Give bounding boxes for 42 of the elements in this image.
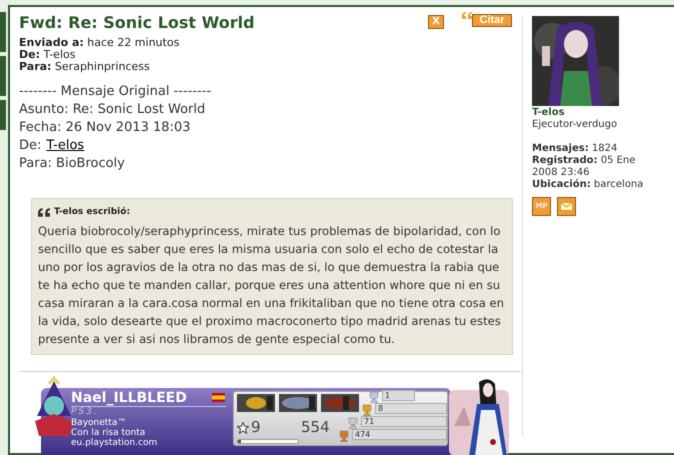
level-number: 9: [251, 419, 261, 436]
trophy-count: 474: [352, 429, 447, 440]
message-title: Fwd: Re: Sonic Lost World: [19, 12, 256, 34]
author-link[interactable]: T-elos: [46, 137, 84, 155]
body-line: Para: BioBrocoly: [19, 155, 126, 173]
body-line: Fecha: 26 Nov 2013 18:03: [19, 119, 192, 137]
username: T-elos: [532, 107, 566, 119]
side-tab[interactable]: [0, 12, 6, 52]
profile-stat: Mensajes: 1824: [532, 143, 618, 155]
star-icon: [237, 422, 249, 434]
profile-stat: Ubicación: barcelona: [532, 179, 644, 191]
trophy-count: 8: [375, 403, 447, 414]
side-tab[interactable]: [0, 100, 6, 130]
quote-author: T-elos escribió:: [54, 206, 130, 219]
quote-text: Queria biobrocoly/seraphyprincess, mirate tus problemas de bipolaridad, con lo sencillo que es saber que eres la misma usuaria con solo el echo de cotestar la uno por los agravios de la otra no das mas de si, lo que demuestra la rabia que te ha echo que te manden callar, porque eres una attention whore que ni en su casa miraran a la cara.cosa normal en una frikitaliban que no tiene otra cosa en la vida, solo desearte que el proximo macroconerto tipo madrid arenas tu estes presente a ver si asi nos libramos de gente especial como tu.: [38, 222, 505, 348]
body-label: De:: [19, 137, 42, 155]
trophy-count: 71: [361, 416, 447, 428]
trophy-icon: [361, 404, 373, 416]
game-name: Bayonetta™: [71, 418, 126, 428]
delete-button[interactable]: X: [428, 15, 444, 29]
body-line: -------- Mensaje Original --------: [19, 83, 212, 101]
meta-line: Enviado a: hace 22 minutos: [19, 37, 180, 49]
email-button[interactable]: [557, 197, 576, 216]
trophy-count: 1: [382, 390, 415, 402]
meta-line: De: T-elos: [19, 49, 76, 61]
trophy-icon: [338, 430, 350, 442]
envelope-icon: [560, 202, 573, 211]
quote-icon: [38, 208, 50, 218]
status-text: Con la risa tonta: [71, 428, 146, 438]
flag-icon: [212, 393, 225, 402]
user-rank: Ejecutor-verdugo: [532, 119, 618, 131]
meta-line: Para: Seraphinprincess: [19, 61, 151, 73]
trophy-icon: [347, 417, 359, 430]
trophy-points: 554: [301, 419, 330, 436]
quote-icon: [462, 12, 472, 19]
side-tab[interactable]: [0, 56, 6, 96]
player-name: Nael_ILLBLEED: [71, 390, 187, 406]
body-line: Asunto: Re: Sonic Lost World: [19, 101, 206, 119]
quote-button[interactable]: Citar: [472, 14, 512, 27]
platform-logo: PS3.: [71, 408, 99, 418]
site-text: eu.playstation.com: [71, 438, 158, 448]
trophy-icon: [368, 391, 380, 404]
